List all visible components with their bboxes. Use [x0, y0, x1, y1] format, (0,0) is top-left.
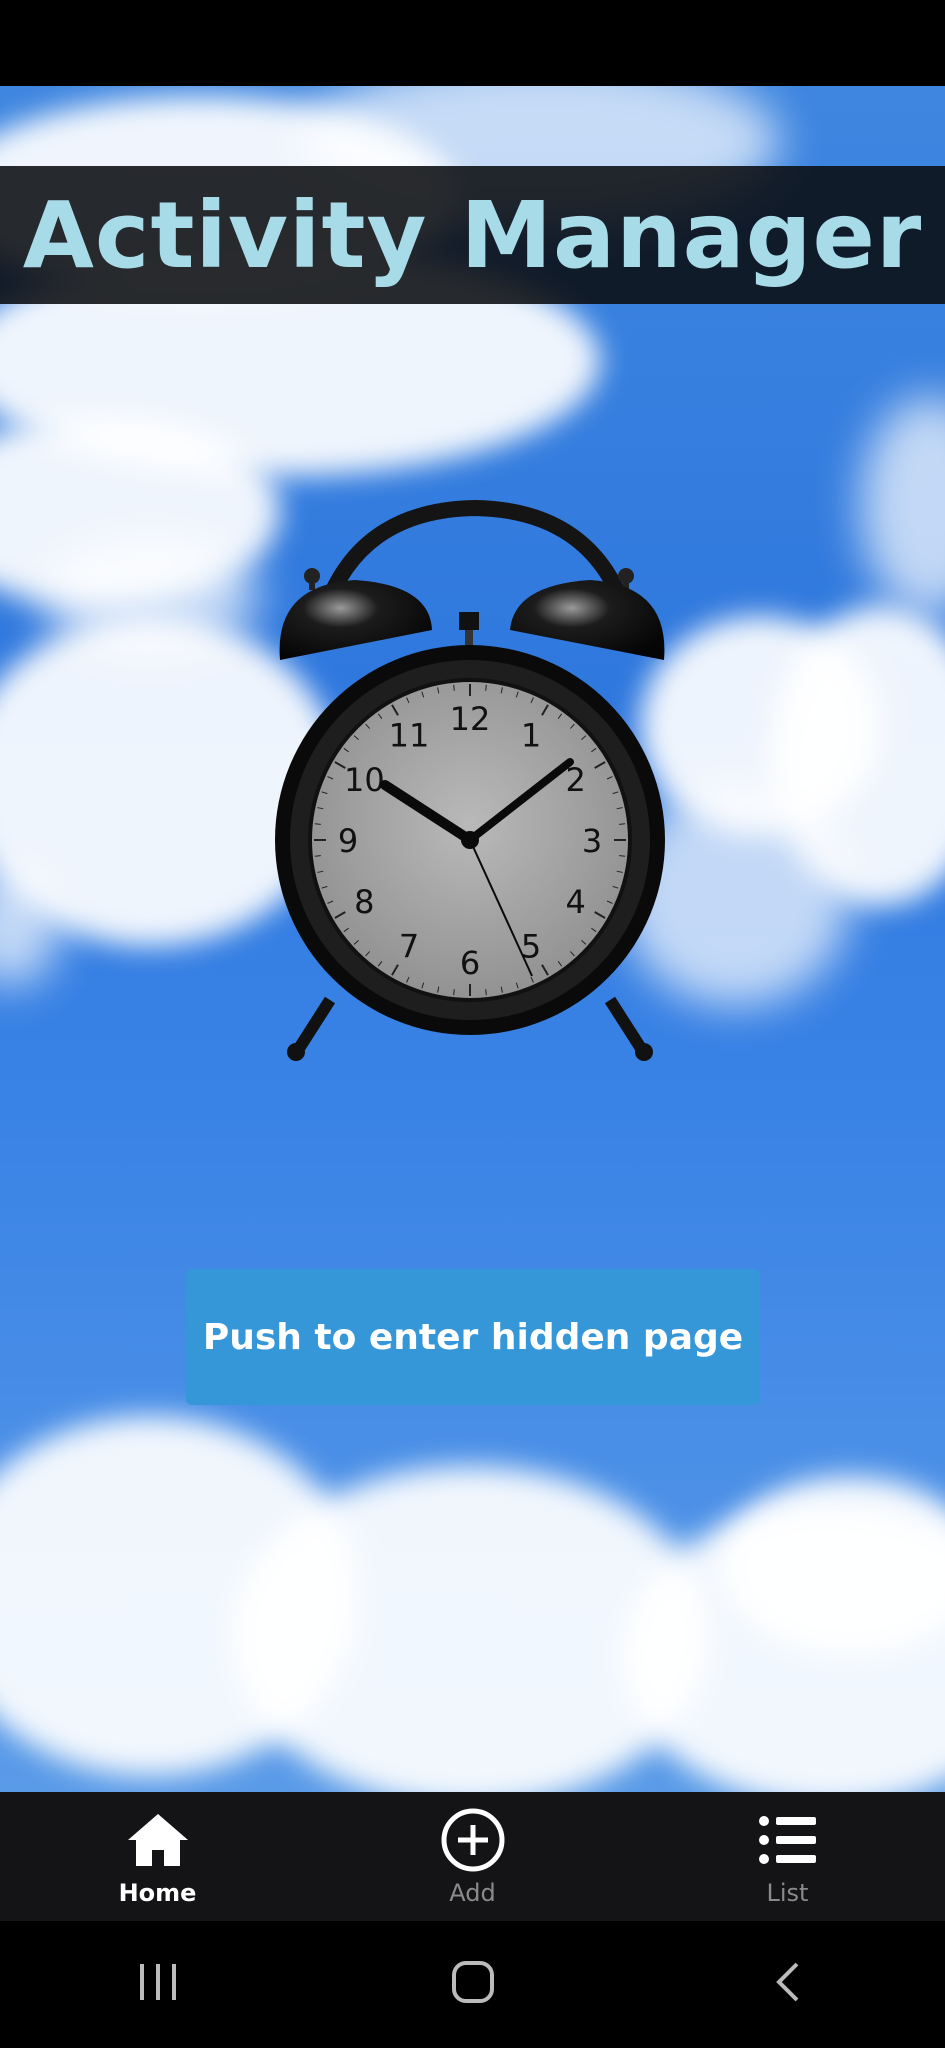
alarm-clock-icon: 12 1234567891011 [275, 499, 665, 1061]
back-icon [773, 1960, 803, 2009]
clock-numeral: 7 [399, 928, 419, 966]
clock-numeral: 4 [565, 883, 585, 921]
title-banner: Activity Manager [0, 166, 945, 304]
status-bar [0, 0, 945, 86]
clock-numeral: 10 [344, 761, 385, 799]
tab-list[interactable]: List [630, 1792, 945, 1921]
clock-numeral: 3 [582, 822, 602, 860]
enter-hidden-page-button[interactable]: Push to enter hidden page [186, 1269, 760, 1405]
clock-numeral: 6 [460, 944, 480, 982]
tab-add-label: Add [449, 1878, 496, 1907]
clock-numeral: 11 [389, 716, 430, 754]
list-icon [755, 1807, 821, 1873]
home-icon [125, 1807, 191, 1873]
clock-numeral: 8 [354, 883, 374, 921]
clock-numeral: 9 [338, 822, 358, 860]
tab-home[interactable]: Home [0, 1792, 315, 1921]
clock-numeral: 12 [450, 700, 491, 738]
alarm-clock-image: 12 1 2 3 4 5 6 7 8 9 10 11 [270, 490, 680, 1070]
recent-apps-button[interactable] [98, 1945, 218, 2025]
back-button[interactable] [728, 1945, 848, 2025]
clock-numeral: 1 [521, 716, 541, 754]
home-nav-icon [451, 1960, 495, 2009]
recent-apps-icon [136, 1962, 180, 2007]
app-title: Activity Manager [22, 181, 923, 289]
tab-add[interactable]: Add [315, 1792, 630, 1921]
system-navigation-bar [0, 1921, 945, 2048]
tab-list-label: List [766, 1878, 809, 1907]
bottom-tab-bar: Home Add List [0, 1792, 945, 1921]
tab-home-label: Home [118, 1878, 197, 1907]
add-circle-icon [440, 1807, 506, 1873]
home-nav-button[interactable] [413, 1945, 533, 2025]
